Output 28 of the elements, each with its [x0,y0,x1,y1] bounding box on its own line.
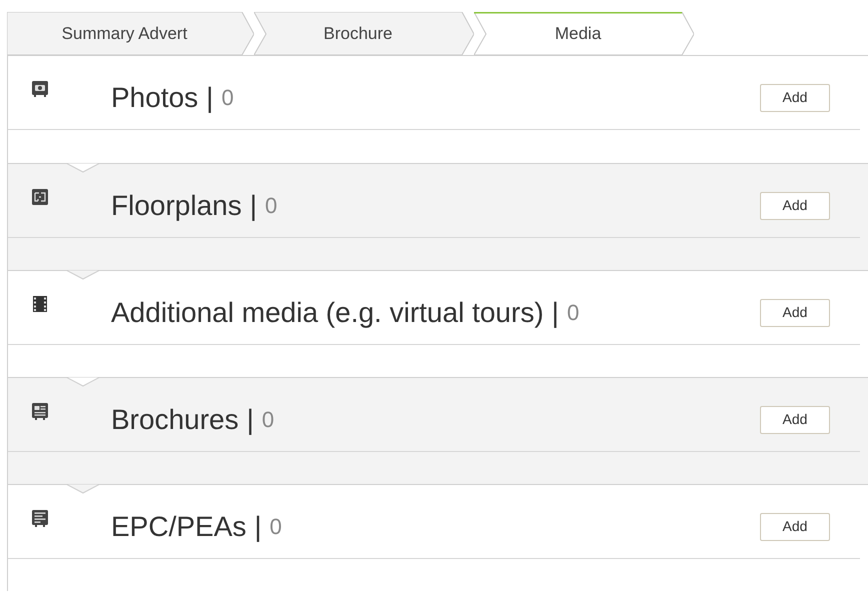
separator-text: | [250,188,258,223]
tab[interactable]: Media [474,12,694,55]
item-count: 0 [221,84,234,112]
item-count: 0 [265,192,278,220]
section-title: Brochures [111,402,239,436]
section-title: Photos [111,80,198,114]
item-count: 0 [566,299,580,327]
separator-text: | [552,296,559,330]
newspaper-icon [31,402,49,420]
separator-text: | [254,510,262,544]
add-button[interactable]: Add [760,512,830,540]
tab[interactable]: Brochure [254,12,474,55]
camera-icon [31,80,49,98]
tab[interactable]: Summary Advert [7,12,254,55]
section-title: Floorplans [111,188,242,223]
separator-text: | [246,402,254,437]
film-icon [31,295,49,313]
add-button[interactable]: Add [760,192,830,220]
floorplan-icon [31,188,49,206]
separator-text: | [206,80,214,115]
add-button[interactable]: Add [760,84,830,112]
section-title: Additional media (e.g. virtual tours) [111,296,544,330]
section-title: EPC/PEAs [111,510,246,544]
item-count: 0 [262,406,274,434]
document-icon [31,509,49,527]
item-count: 0 [270,513,282,541]
add-button[interactable]: Add [760,406,830,434]
add-button[interactable]: Add [760,298,830,326]
